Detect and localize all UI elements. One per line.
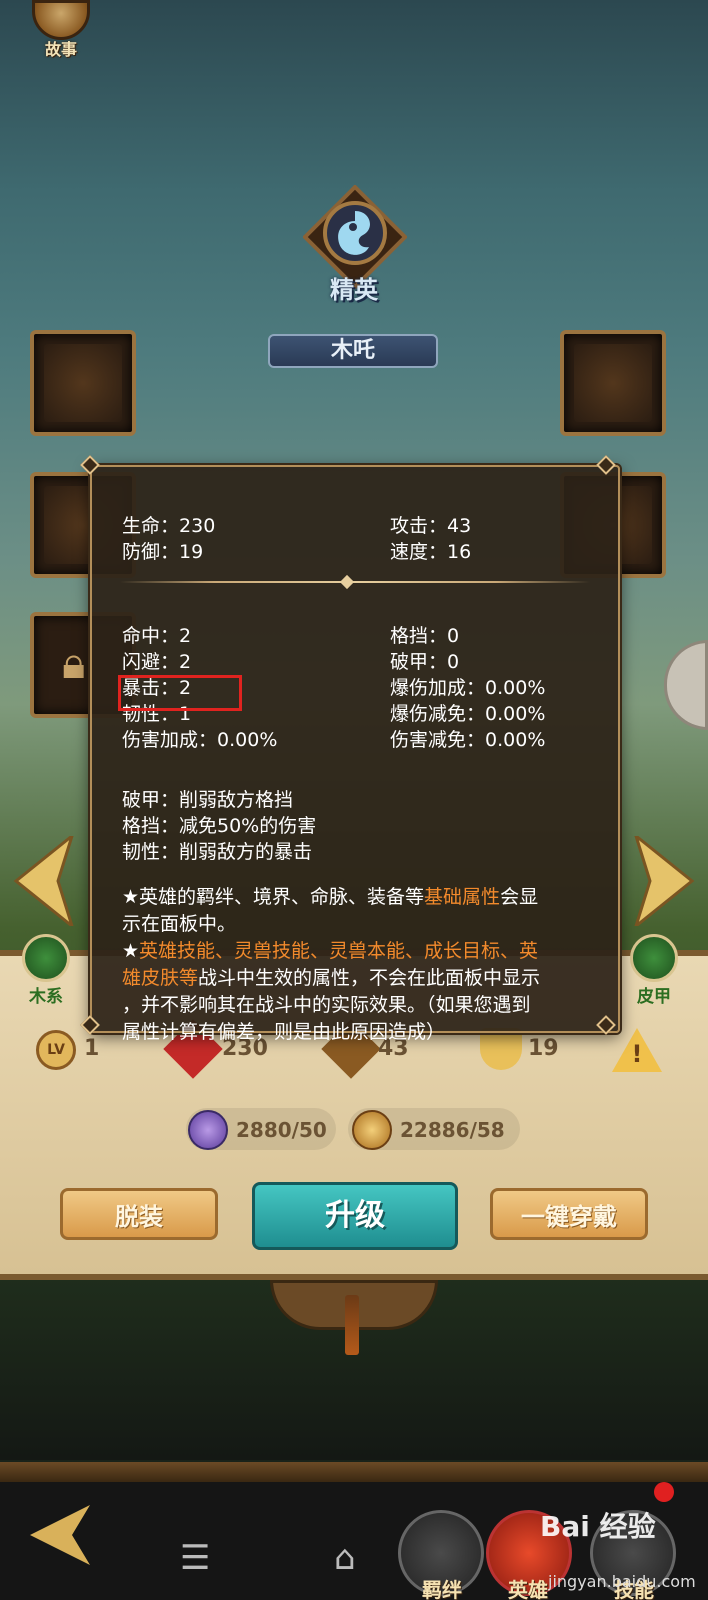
equip-all-button[interactable]: 一键穿戴 — [490, 1188, 648, 1240]
armor-type-label: 皮甲 — [637, 987, 671, 1007]
stat-label: 爆伤加成： — [390, 677, 486, 699]
stat-value: 2 — [179, 625, 192, 647]
baidu-watermark-url: jingyan.baidu.com — [548, 1572, 696, 1591]
lock-icon: 🔒︎ — [62, 638, 86, 689]
stat-value: 230 — [179, 515, 216, 537]
stat-value: 2 — [179, 651, 192, 673]
stat-value: 0.00% — [485, 677, 546, 699]
note-text: ★英雄的羁绊、境界、命脉、装备等 — [122, 886, 425, 908]
stat-label: 生命： — [122, 515, 180, 537]
upgrade-button[interactable]: 升级 — [252, 1182, 458, 1250]
element-label: 木系 — [29, 987, 63, 1007]
note-text: ，并不影响其在战斗中的实际效果。（如果您遇到 — [122, 994, 531, 1016]
stat-damage-reduction: 伤害减免：0.00% — [390, 725, 545, 752]
note-highlight: 基础属性 — [424, 886, 501, 908]
note-text: 会显 — [500, 886, 539, 908]
stat-value: 19 — [179, 541, 204, 563]
note-text: 属性计算有偏差，则是由此原因造成） — [122, 1021, 446, 1043]
stat-hit: 命中：2 — [122, 621, 191, 648]
stat-defense: 防御：19 — [122, 537, 203, 564]
next-hero-arrow-icon[interactable] — [632, 836, 696, 926]
notification-dot — [654, 1482, 674, 1502]
stat-label: 伤害加成： — [122, 729, 218, 751]
previous-hero-arrow-icon[interactable] — [12, 836, 76, 926]
side-cube-button[interactable] — [664, 640, 708, 730]
stat-label: 伤害减免： — [390, 729, 486, 751]
stat-label: 防御： — [122, 541, 180, 563]
coin-icon — [352, 1110, 392, 1150]
stat-value: 0 — [447, 651, 460, 673]
note-text: 战斗中生效的属性，不会在此面板中显示 — [198, 967, 541, 989]
stat-armor-break: 破甲：0 — [390, 647, 459, 674]
equipment-slot-weapon[interactable] — [30, 330, 136, 436]
stat-label: 攻击： — [390, 515, 448, 537]
stat-label: 闪避： — [122, 651, 180, 673]
baidu-watermark: Bai 经验 — [540, 1510, 656, 1543]
element-badge-icon[interactable] — [22, 934, 70, 982]
tassel-decoration — [345, 1295, 359, 1355]
description-toughness: 韧性：削弱敌方的暴击 — [122, 841, 313, 863]
bond-tab-label[interactable]: 羁绊 — [402, 1574, 482, 1600]
stat-label: 命中： — [122, 625, 180, 647]
note-base-attributes: ★英雄的羁绊、境界、命脉、装备等基础属性会显 示在面板中。 — [122, 884, 602, 938]
story-icon[interactable] — [32, 0, 90, 40]
note-highlight: 雄皮肤等 — [122, 967, 199, 989]
stat-label: 破甲： — [390, 651, 448, 673]
stat-block: 格挡：0 — [390, 621, 459, 648]
stat-value: 0.00% — [485, 703, 546, 725]
stat-label: 格挡： — [390, 625, 448, 647]
stat-crit-damage-bonus: 爆伤加成：0.00% — [390, 673, 545, 700]
stat-dodge: 闪避：2 — [122, 647, 191, 674]
stat-speed: 速度：16 — [390, 537, 471, 564]
home-icon[interactable]: ⌂ — [334, 1538, 356, 1578]
level-badge-icon: LV — [36, 1030, 76, 1070]
stat-hp: 生命：230 — [122, 511, 215, 538]
tooltip-divider — [120, 581, 590, 583]
description-armor-break: 破甲：削弱敌方格挡 — [122, 789, 294, 811]
note-battle-attributes: ★英雄技能、灵兽技能、灵兽本能、成长目标、英 雄皮肤等战斗中生效的属性，不会在此… — [122, 938, 602, 1046]
note-highlight: 英雄技能、灵兽技能、灵兽本能、成长目标、英 — [139, 940, 539, 962]
stat-crit-damage-reduction: 爆伤减免：0.00% — [390, 699, 545, 726]
annotation-highlight-box — [118, 675, 242, 711]
stat-attack: 攻击：43 — [390, 511, 471, 538]
coin-value: 22886/58 — [400, 1118, 505, 1142]
stat-label: 爆伤减免： — [390, 703, 486, 725]
armor-type-badge-icon[interactable] — [630, 934, 678, 982]
stat-value: 43 — [447, 515, 472, 537]
hero-name: 木吒 — [268, 334, 438, 368]
level-value: 1 — [84, 1036, 100, 1061]
stat-value: 0.00% — [217, 729, 278, 751]
stat-value: 16 — [447, 541, 472, 563]
description-block: 格挡：减免50%的伤害 — [122, 815, 317, 837]
stat-value: 0.00% — [485, 729, 546, 751]
stat-value: 0 — [447, 625, 460, 647]
rank-label: 精英 — [330, 276, 378, 304]
stat-damage-bonus: 伤害加成：0.00% — [122, 725, 277, 752]
note-text: 示在面板中。 — [122, 913, 237, 935]
exp-value: 2880/50 — [236, 1118, 327, 1142]
equipment-slot-armor[interactable] — [560, 330, 666, 436]
story-label[interactable]: 故事 — [40, 36, 82, 60]
menu-icon[interactable]: ☰ — [180, 1538, 210, 1578]
unequip-button[interactable]: 脱装 — [60, 1188, 218, 1240]
exp-potion-icon — [188, 1110, 228, 1150]
note-text: ★ — [122, 940, 140, 962]
lower-bar — [0, 1462, 708, 1482]
stat-label: 速度： — [390, 541, 448, 563]
